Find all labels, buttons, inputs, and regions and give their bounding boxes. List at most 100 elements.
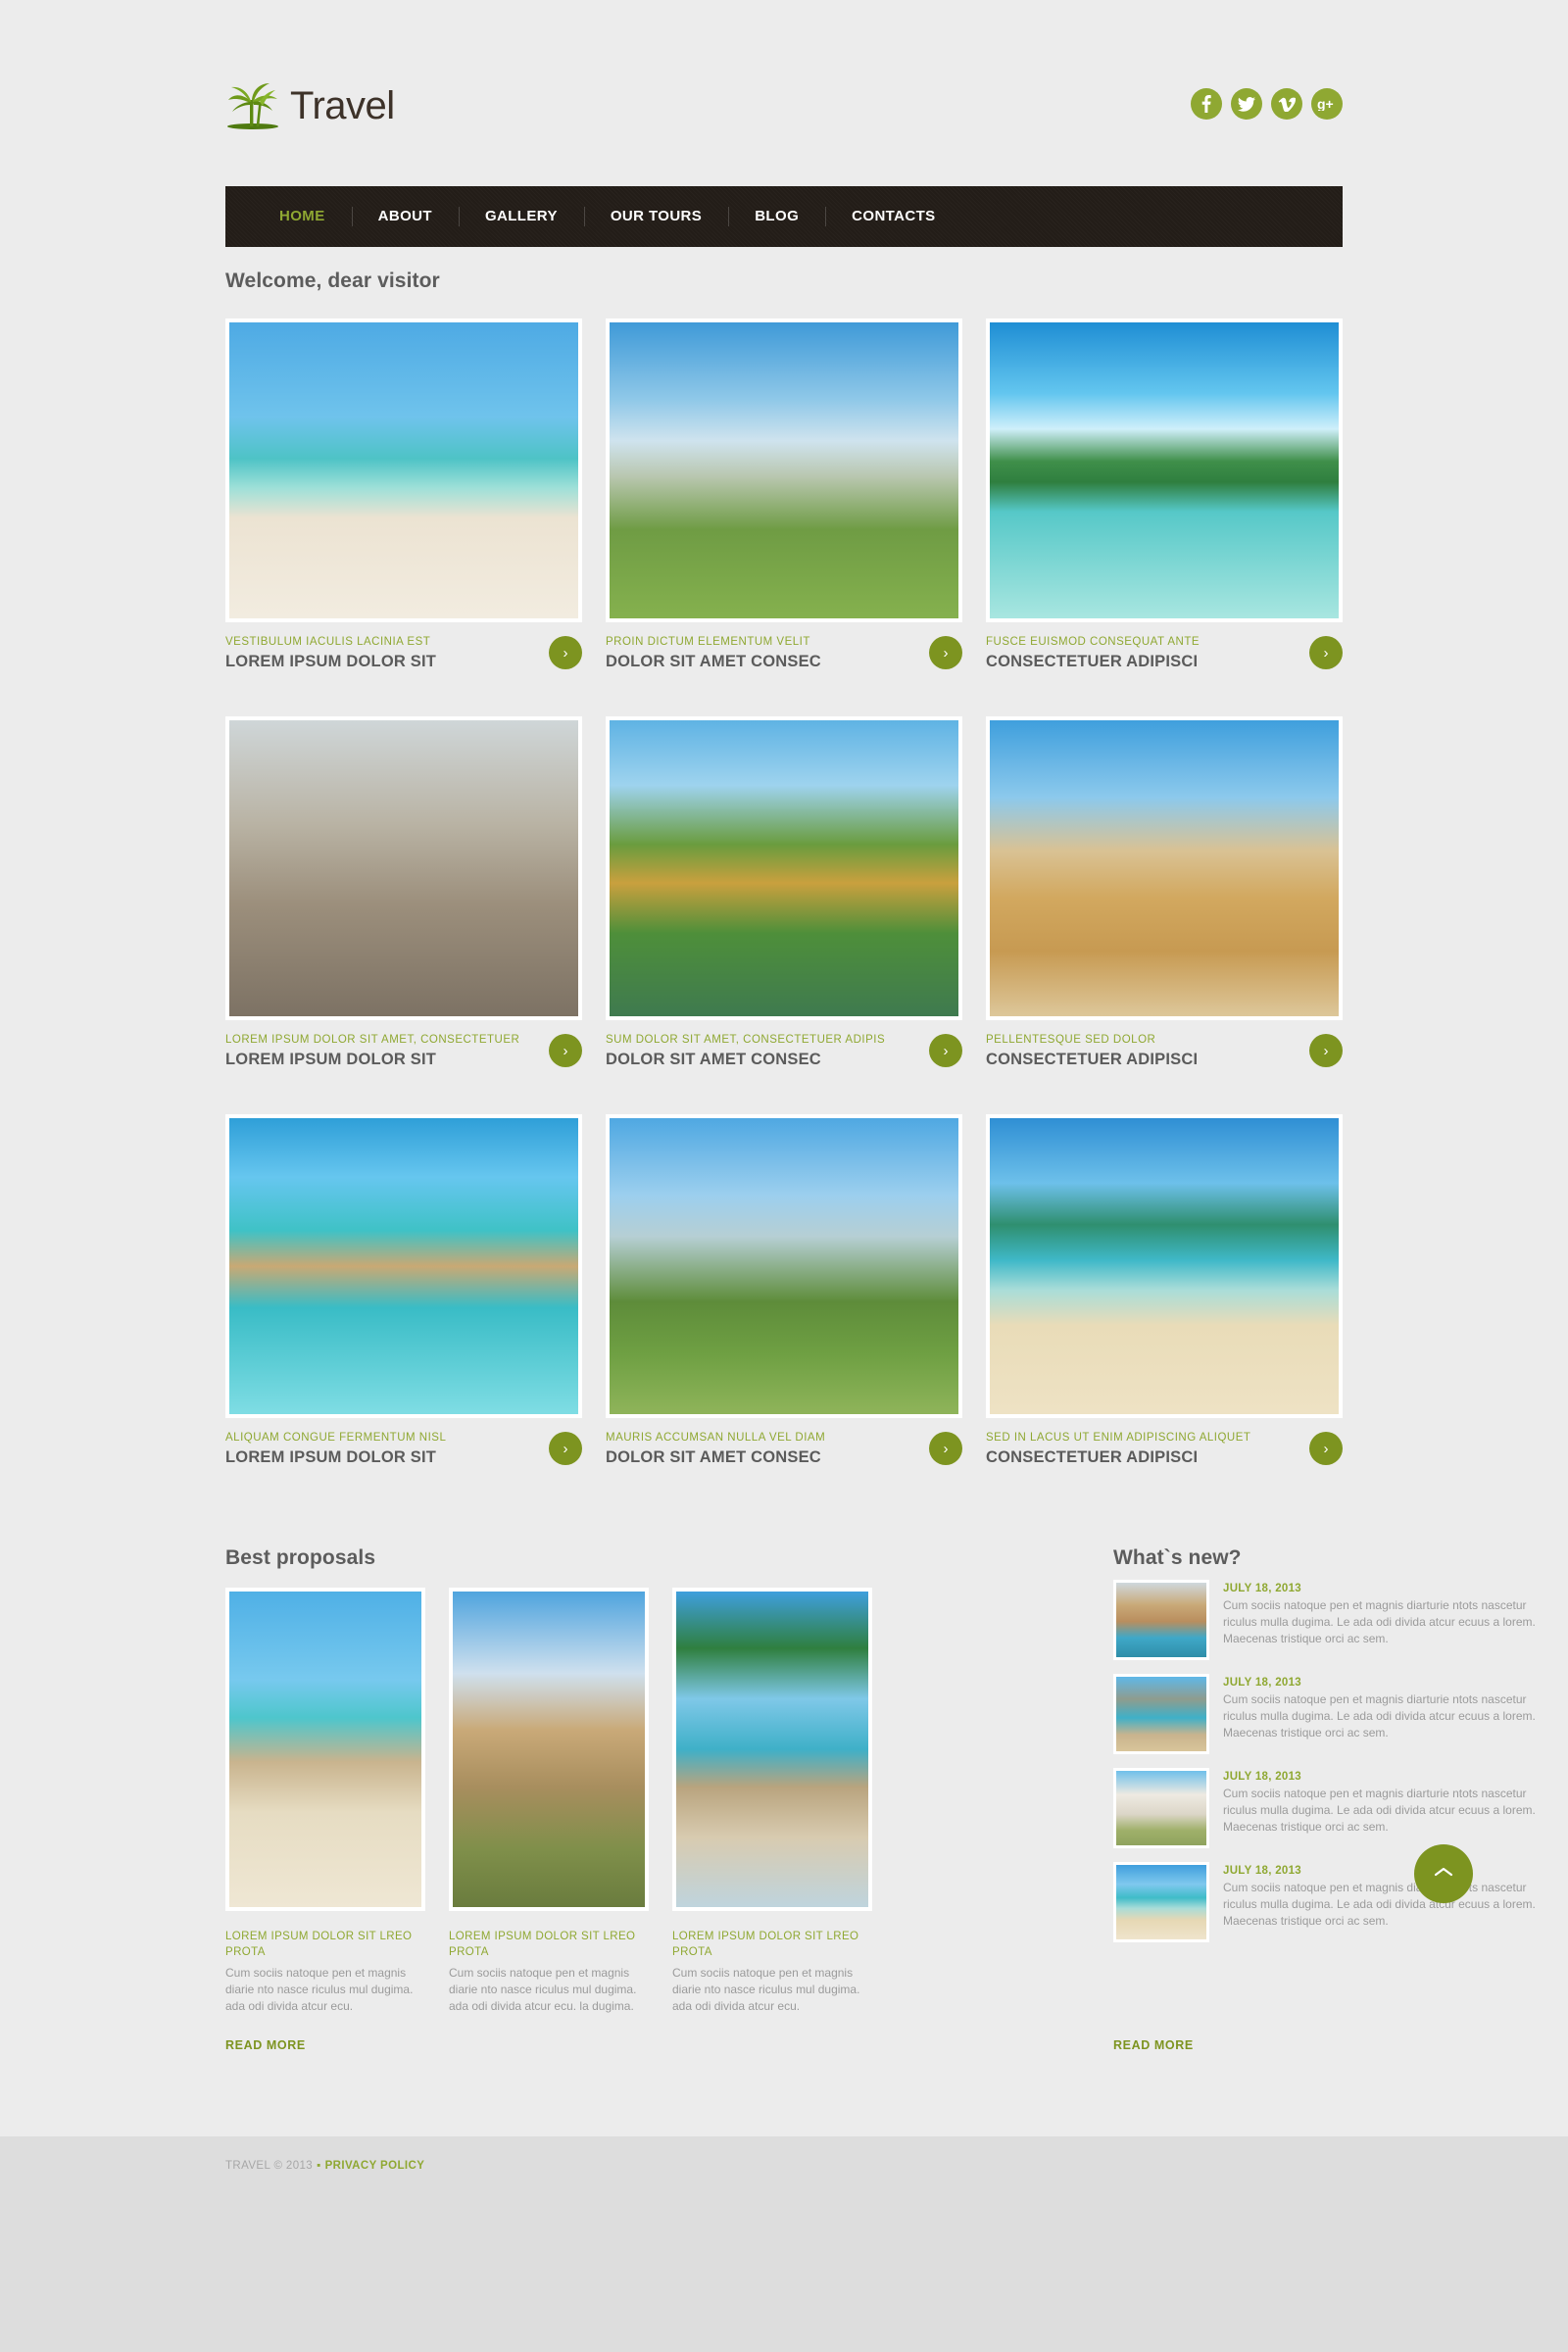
site-footer: TRAVEL © 2013 ▪ PRIVACY POLICY bbox=[225, 2160, 424, 2172]
gallery-card[interactable]: FUSCE EUISMOD CONSEQUAT ANTE CONSECTETUER… bbox=[986, 318, 1343, 699]
gallery-card-arrow-button[interactable]: › bbox=[549, 636, 582, 669]
gallery-card-title: LOREM IPSUM DOLOR SIT bbox=[225, 1448, 437, 1466]
site-logo[interactable]: Travel bbox=[225, 80, 395, 131]
gallery-card-title: DOLOR SIT AMET CONSEC bbox=[606, 1448, 821, 1466]
news-item-date: JULY 18, 2013 bbox=[1223, 1865, 1301, 1877]
google-plus-icon[interactable]: g+ bbox=[1311, 88, 1343, 120]
copyright-text: TRAVEL © 2013 bbox=[225, 2160, 314, 2172]
news-item-date: JULY 18, 2013 bbox=[1223, 1771, 1301, 1783]
gallery-card-title: DOLOR SIT AMET CONSEC bbox=[606, 653, 821, 670]
palm-tree-icon bbox=[225, 80, 280, 131]
gallery-grid: VESTIBULUM IACULIS LACINIA EST LOREM IPSU… bbox=[225, 318, 1343, 1494]
gallery-card-title: LOREM IPSUM DOLOR SIT bbox=[225, 653, 437, 670]
gallery-card-title: CONSECTETUER ADIPISCI bbox=[986, 653, 1199, 670]
news-list: JULY 18, 2013 Cum sociis natoque pen et m… bbox=[1113, 1580, 1544, 1956]
white-villa-photo bbox=[1116, 1771, 1206, 1845]
gallery-card-subtitle: PELLENTESQUE SED DOLOR bbox=[986, 1034, 1156, 1046]
vimeo-icon[interactable] bbox=[1271, 88, 1302, 120]
gallery-card-subtitle: VESTIBULUM IACULIS LACINIA EST bbox=[225, 636, 431, 648]
eiffel-tower-photo bbox=[610, 1118, 958, 1414]
gallery-image-frame bbox=[606, 716, 962, 1020]
privacy-policy-link[interactable]: PRIVACY POLICY bbox=[325, 2160, 425, 2172]
gallery-image-frame bbox=[606, 1114, 962, 1418]
proposal-title: LOREM IPSUM DOLOR SIT LREO PROTA bbox=[225, 1931, 413, 1958]
news-read-more-link[interactable]: READ MORE bbox=[1113, 2038, 1194, 2052]
proposal-card[interactable]: LOREM IPSUM DOLOR SIT LREO PROTA Cum soci… bbox=[449, 1588, 649, 2015]
news-item[interactable]: JULY 18, 2013 Cum sociis natoque pen et m… bbox=[1113, 1862, 1544, 1942]
gallery-card-subtitle: MAURIS ACCUMSAN NULLA VEL DIAM bbox=[606, 1432, 826, 1444]
gallery-card[interactable]: MAURIS ACCUMSAN NULLA VEL DIAM DOLOR SIT … bbox=[606, 1114, 962, 1494]
gallery-card-meta: ALIQUAM CONGUE FERMENTUM NISL LOREM IPSUM… bbox=[225, 1418, 582, 1494]
gallery-card-arrow-button[interactable]: › bbox=[1309, 636, 1343, 669]
gallery-card[interactable]: SED IN LACUS UT ENIM ADIPISCING ALIQUET C… bbox=[986, 1114, 1343, 1494]
gallery-card[interactable]: LOREM IPSUM DOLOR SIT AMET, CONSECTETUER… bbox=[225, 716, 582, 1097]
proposal-image-frame bbox=[672, 1588, 872, 1911]
news-item[interactable]: JULY 18, 2013 Cum sociis natoque pen et m… bbox=[1113, 1674, 1544, 1754]
proposal-card[interactable]: LOREM IPSUM DOLOR SIT LREO PROTA Cum soci… bbox=[672, 1588, 872, 2015]
news-item[interactable]: JULY 18, 2013 Cum sociis natoque pen et m… bbox=[1113, 1580, 1544, 1660]
gallery-card-title: LOREM IPSUM DOLOR SIT bbox=[225, 1051, 437, 1068]
news-item-body: JULY 18, 2013 Cum sociis natoque pen et m… bbox=[1223, 1674, 1544, 1754]
tropical-lagoon-photo bbox=[990, 322, 1339, 618]
french-chateau-photo bbox=[610, 322, 958, 618]
proposal-text: Cum sociis natoque pen et magnis diarie … bbox=[225, 1966, 414, 2013]
nav-item-gallery[interactable]: GALLERY bbox=[458, 205, 584, 228]
rocky-cove-photo bbox=[1116, 1677, 1206, 1751]
nav-item-about[interactable]: ABOUT bbox=[351, 205, 459, 228]
caribbean-beach-photo bbox=[990, 1118, 1339, 1414]
gallery-card-arrow-button[interactable]: › bbox=[929, 636, 962, 669]
news-item-body: JULY 18, 2013 Cum sociis natoque pen et m… bbox=[1223, 1862, 1544, 1942]
gallery-card-subtitle: LOREM IPSUM DOLOR SIT AMET, CONSECTETUER bbox=[225, 1034, 520, 1046]
proposal-image-frame bbox=[225, 1588, 425, 1911]
gallery-image-frame bbox=[986, 1114, 1343, 1418]
main-navigation: HOME ABOUT GALLERY OUR TOURS BLOG CONTACTS bbox=[225, 186, 1343, 247]
nav-item-home[interactable]: HOME bbox=[253, 205, 352, 228]
gallery-card-meta: SED IN LACUS UT ENIM ADIPISCING ALIQUET C… bbox=[986, 1418, 1343, 1494]
gallery-card-title: CONSECTETUER ADIPISCI bbox=[986, 1448, 1199, 1466]
gallery-card-meta: FUSCE EUISMOD CONSEQUAT ANTE CONSECTETUER… bbox=[986, 622, 1343, 699]
twitter-icon[interactable] bbox=[1231, 88, 1262, 120]
social-links: g+ bbox=[1191, 88, 1343, 120]
gallery-card-arrow-button[interactable]: › bbox=[549, 1432, 582, 1465]
logo-text: Travel bbox=[290, 83, 395, 127]
gallery-card-meta: PROIN DICTUM ELEMENTUM VELIT DOLOR SIT AM… bbox=[606, 622, 962, 699]
gallery-image-frame bbox=[225, 318, 582, 622]
gallery-card-arrow-button[interactable]: › bbox=[1309, 1432, 1343, 1465]
svg-text:g+: g+ bbox=[1317, 97, 1334, 111]
gallery-card-meta: VESTIBULUM IACULIS LACINIA EST LOREM IPSU… bbox=[225, 622, 582, 699]
nav-item-blog[interactable]: BLOG bbox=[728, 205, 825, 228]
nav-item-our-tours[interactable]: OUR TOURS bbox=[583, 205, 728, 228]
gallery-image-frame bbox=[606, 318, 962, 622]
news-item-text: Cum sociis natoque pen et magnis diartur… bbox=[1223, 1881, 1536, 1928]
gallery-card[interactable]: PELLENTESQUE SED DOLOR CONSECTETUER ADIPI… bbox=[986, 716, 1343, 1097]
gallery-card[interactable]: VESTIBULUM IACULIS LACINIA EST LOREM IPSU… bbox=[225, 318, 582, 699]
overwater-bungalow-photo bbox=[229, 1118, 578, 1414]
gallery-card-arrow-button[interactable]: › bbox=[929, 1034, 962, 1067]
proposal-text: Cum sociis natoque pen et magnis diarie … bbox=[672, 1966, 860, 2013]
news-item[interactable]: JULY 18, 2013 Cum sociis natoque pen et m… bbox=[1113, 1768, 1544, 1848]
gallery-card-arrow-button[interactable]: › bbox=[929, 1432, 962, 1465]
news-item-text: Cum sociis natoque pen et magnis diartur… bbox=[1223, 1787, 1536, 1834]
gallery-card-subtitle: SUM DOLOR SIT AMET, CONSECTETUER ADIPIS bbox=[606, 1034, 886, 1046]
footer-separator: ▪ bbox=[317, 2160, 321, 2172]
gallery-card-subtitle: FUSCE EUISMOD CONSEQUAT ANTE bbox=[986, 636, 1200, 648]
facebook-icon[interactable] bbox=[1191, 88, 1222, 120]
gallery-image-frame bbox=[225, 1114, 582, 1418]
ancient-ruins-photo bbox=[453, 1592, 645, 1907]
sunny-beach-photo bbox=[1116, 1865, 1206, 1939]
venice-canal-photo bbox=[1116, 1583, 1206, 1657]
gallery-card-meta: MAURIS ACCUMSAN NULLA VEL DIAM DOLOR SIT … bbox=[606, 1418, 962, 1494]
nav-item-contacts[interactable]: CONTACTS bbox=[825, 205, 961, 228]
longtail-boat-photo bbox=[676, 1592, 868, 1907]
proposals-list: LOREM IPSUM DOLOR SIT LREO PROTA Cum soci… bbox=[225, 1588, 872, 2015]
proposal-card[interactable]: LOREM IPSUM DOLOR SIT LREO PROTA Cum soci… bbox=[225, 1588, 425, 2015]
gallery-card-arrow-button[interactable]: › bbox=[1309, 1034, 1343, 1067]
back-to-top-button[interactable] bbox=[1414, 1844, 1473, 1903]
news-item-text: Cum sociis natoque pen et magnis diartur… bbox=[1223, 1692, 1536, 1740]
gallery-card-arrow-button[interactable]: › bbox=[549, 1034, 582, 1067]
proposals-heading: Best proposals bbox=[225, 1546, 376, 1569]
gallery-card[interactable]: SUM DOLOR SIT AMET, CONSECTETUER ADIPIS D… bbox=[606, 716, 962, 1097]
proposals-read-more-link[interactable]: READ MORE bbox=[225, 2038, 306, 2052]
gallery-card[interactable]: PROIN DICTUM ELEMENTUM VELIT DOLOR SIT AM… bbox=[606, 318, 962, 699]
gallery-card[interactable]: ALIQUAM CONGUE FERMENTUM NISL LOREM IPSUM… bbox=[225, 1114, 582, 1494]
